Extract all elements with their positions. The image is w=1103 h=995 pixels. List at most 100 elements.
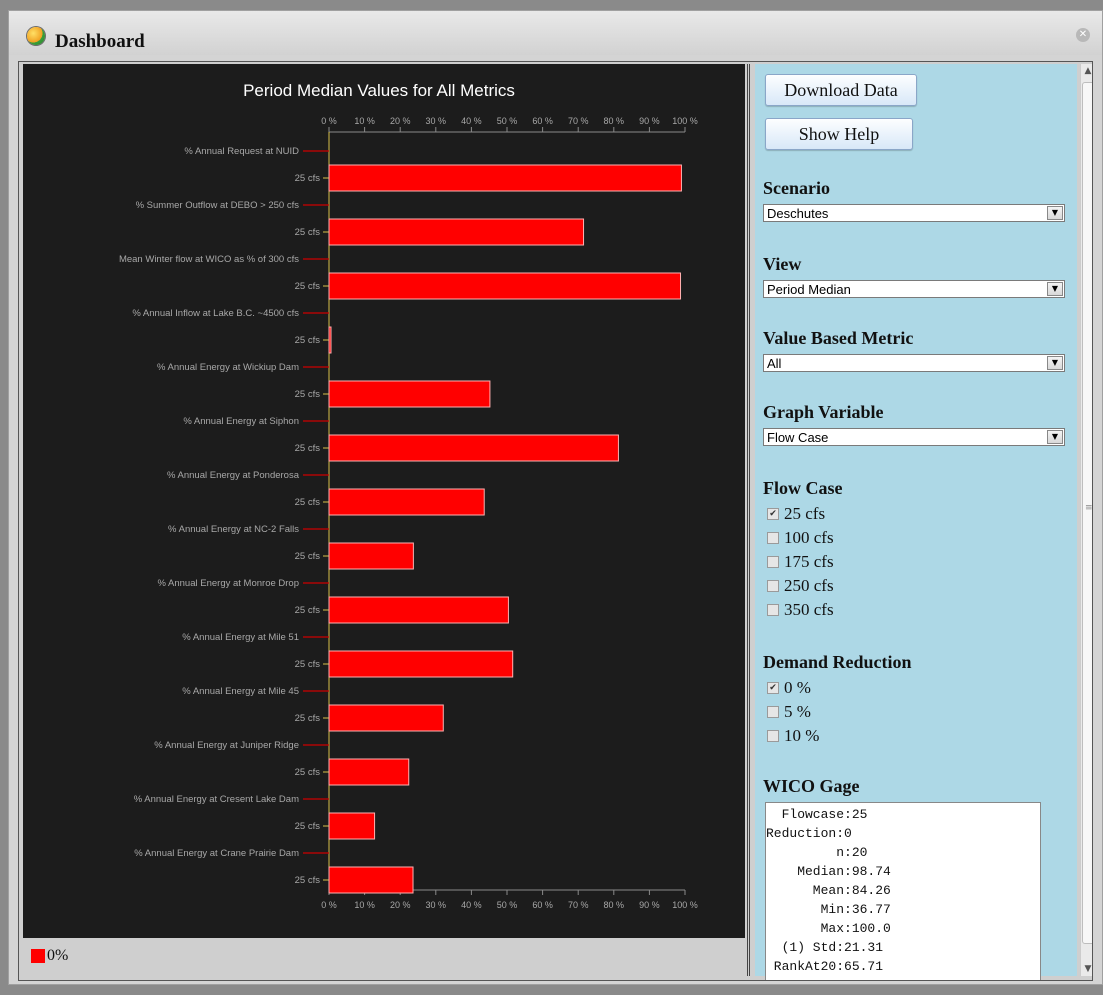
metric-label: % Annual Energy at Cresent Lake Dam	[134, 794, 299, 805]
demand-reduction-option-label: 5 %	[784, 702, 811, 721]
checkbox[interactable]: ✔	[767, 682, 779, 694]
bottom-tick-label: 60 %	[532, 900, 553, 910]
chevron-down-icon[interactable]: ▼	[1047, 430, 1063, 444]
bottom-tick-label: 20 %	[390, 900, 411, 910]
bar	[328, 434, 619, 462]
checkbox[interactable]	[767, 730, 779, 742]
bottom-tick-label: 100 %	[672, 900, 698, 910]
checkbox[interactable]: ✔	[767, 508, 779, 520]
legend-swatch	[31, 949, 45, 963]
vertical-scrollbar[interactable]: ▲ ≡ ▼	[1080, 64, 1092, 976]
stat-line: RankAt20:65.71	[766, 959, 884, 974]
chart-title: Period Median Values for All Metrics	[243, 81, 515, 100]
scroll-up-icon[interactable]: ▲	[1081, 64, 1092, 78]
flow-case-option[interactable]: 350 cfs	[767, 600, 834, 620]
wico-gage-stats: Flowcase:25 Reduction:0 n:20 Median:98.7…	[765, 802, 1041, 980]
category-label: 25 cfs	[295, 821, 321, 832]
chevron-down-icon[interactable]: ▼	[1047, 356, 1063, 370]
metric-label: % Annual Energy at Mile 51	[182, 632, 299, 643]
bar-chart: Period Median Values for All Metrics 0 % 0…	[119, 81, 698, 910]
category-label: 25 cfs	[295, 389, 321, 400]
metric-label: % Annual Energy at Mile 45	[182, 686, 299, 697]
demand-reduction-option[interactable]: 10 %	[767, 726, 819, 746]
dashboard-window: Dashboard ✕ Period Median Values for All…	[8, 10, 1103, 985]
download-data-button[interactable]: Download Data	[765, 74, 917, 106]
category-label: 25 cfs	[295, 767, 321, 778]
flow-case-option-label: 250 cfs	[784, 576, 834, 595]
view-select[interactable]: Period Median ▼	[763, 280, 1065, 298]
bottom-tick-label: 40 %	[461, 900, 482, 910]
metric-label: % Annual Inflow at Lake B.C. ~4500 cfs	[132, 308, 299, 319]
top-tick-label: 100 %	[672, 116, 698, 126]
demand-reduction-option[interactable]: 5 %	[767, 702, 811, 722]
show-help-button[interactable]: Show Help	[765, 118, 913, 150]
demand-reduction-option[interactable]: ✔ 0 %	[767, 678, 811, 698]
metric-label: % Annual Energy at NC-2 Falls	[168, 524, 299, 535]
chevron-down-icon[interactable]: ▼	[1047, 206, 1063, 220]
stat-line: Flowcase:25	[766, 807, 868, 822]
checkbox[interactable]	[767, 580, 779, 592]
bar	[328, 326, 332, 354]
checkbox[interactable]	[767, 556, 779, 568]
bottom-tick-label: 0 %	[321, 900, 337, 910]
chart-pane: Period Median Values for All Metrics 0 % 0…	[23, 64, 750, 976]
metric-label: % Annual Energy at Siphon	[183, 416, 299, 427]
metric-label: % Summer Outflow at DEBO > 250 cfs	[136, 200, 300, 211]
flow-case-option[interactable]: ✔ 25 cfs	[767, 504, 825, 524]
stat-line: Reduction:0	[766, 826, 852, 841]
stat-line: Min:36.77	[766, 902, 891, 917]
top-tick-label: 10 %	[354, 116, 375, 126]
chevron-down-icon[interactable]: ▼	[1047, 282, 1063, 296]
checkbox[interactable]	[767, 532, 779, 544]
stat-line: Mean:84.26	[766, 883, 891, 898]
top-tick-label: 50 %	[497, 116, 518, 126]
app-logo-icon	[27, 27, 45, 45]
dashboard-content: Period Median Values for All Metrics 0 % 0…	[18, 61, 1093, 981]
bottom-tick-label: 30 %	[426, 900, 447, 910]
graph-variable-label: Graph Variable	[763, 402, 884, 422]
flow-case-option[interactable]: 100 cfs	[767, 528, 834, 548]
value-metric-select[interactable]: All ▼	[763, 354, 1065, 372]
category-label: 25 cfs	[295, 281, 321, 292]
stat-line: Median:98.74	[766, 864, 891, 879]
metric-label: % Annual Energy at Wickiup Dam	[157, 362, 299, 373]
bar	[328, 380, 491, 408]
control-panel: Download Data Show Help Scenario Deschut…	[755, 64, 1077, 980]
demand-reduction-label: Demand Reduction	[763, 652, 912, 672]
scrollbar-thumb[interactable]: ≡	[1082, 82, 1092, 944]
category-label: 25 cfs	[295, 605, 321, 616]
bar	[328, 596, 509, 624]
metric-label: % Annual Energy at Monroe Drop	[157, 578, 299, 589]
chart-canvas: Period Median Values for All Metrics 0 % 0…	[23, 64, 745, 938]
demand-reduction-option-label: 10 %	[784, 726, 820, 745]
scroll-down-icon[interactable]: ▼	[1081, 962, 1092, 976]
bar	[328, 164, 682, 192]
bar	[328, 812, 376, 840]
bar	[328, 272, 682, 300]
checkbox[interactable]	[767, 604, 779, 616]
scenario-select[interactable]: Deschutes ▼	[763, 204, 1065, 222]
flow-case-option[interactable]: 175 cfs	[767, 552, 834, 572]
close-icon[interactable]: ✕	[1076, 28, 1090, 42]
wico-gage-label: WICO Gage	[763, 776, 860, 796]
top-tick-label: 90 %	[639, 116, 660, 126]
top-tick-label: 70 %	[568, 116, 589, 126]
category-label: 25 cfs	[295, 335, 321, 346]
metric-label: Mean Winter flow at WICO as % of 300 cfs	[119, 254, 299, 265]
flow-case-option[interactable]: 250 cfs	[767, 576, 834, 596]
checkbox[interactable]	[767, 706, 779, 718]
graph-variable-value: Flow Case	[767, 430, 829, 445]
category-label: 25 cfs	[295, 659, 321, 670]
graph-variable-select[interactable]: Flow Case ▼	[763, 428, 1065, 446]
top-tick-label: 60 %	[532, 116, 553, 126]
flow-case-option-label: 25 cfs	[784, 504, 826, 523]
bar	[328, 218, 585, 246]
chart-legend: 0%	[31, 947, 68, 965]
category-label: 25 cfs	[295, 497, 321, 508]
metric-label: % Annual Energy at Crane Prairie Dam	[134, 848, 299, 859]
legend-label: 0%	[47, 947, 69, 964]
flow-case-option-label: 350 cfs	[784, 600, 834, 619]
stat-line: (1) Std:21.31	[766, 940, 884, 955]
bottom-tick-label: 10 %	[354, 900, 375, 910]
bottom-tick-label: 70 %	[568, 900, 589, 910]
